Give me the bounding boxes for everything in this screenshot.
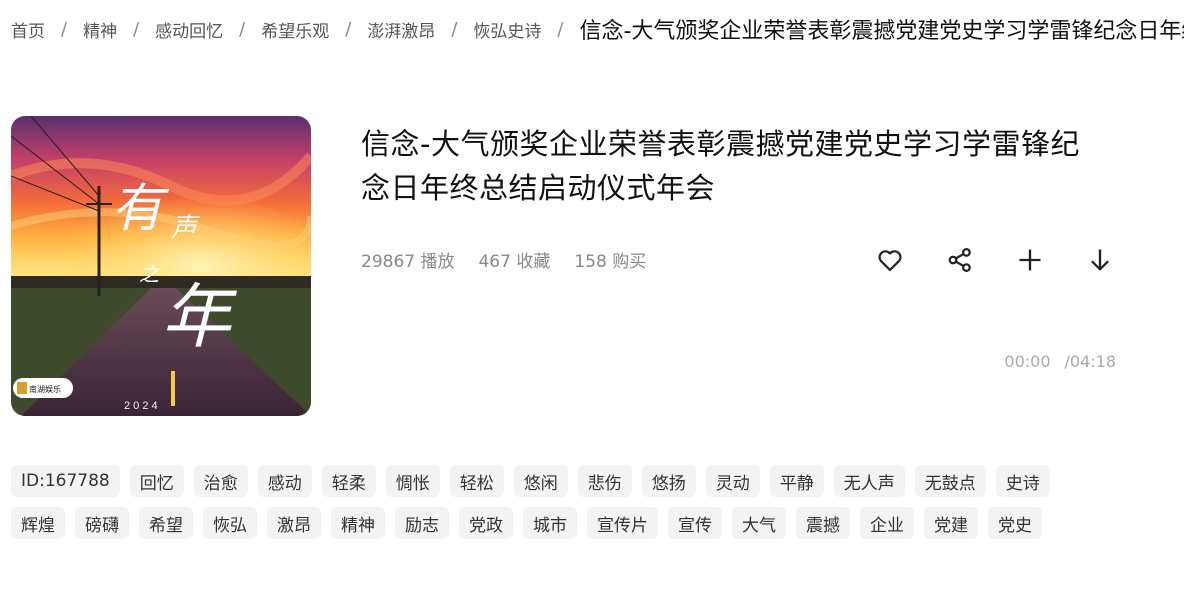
tag-chip[interactable]: 宣传 — [668, 507, 722, 539]
tag-chip[interactable]: 激昂 — [267, 507, 321, 539]
purchase-count: 158 购买 — [574, 252, 647, 272]
track-title: 信念-大气颁奖企业荣誉表彰震撼党建党史学习学雷锋纪念日年终总结启动仪式年会 — [361, 127, 1080, 205]
tag-chip[interactable]: 恢弘 — [203, 507, 257, 539]
share-button[interactable] — [942, 242, 978, 278]
favorite-button[interactable] — [872, 242, 908, 278]
tag-chip[interactable]: 悠闲 — [513, 465, 568, 497]
breadcrumb-epic[interactable]: 恢弘史诗 — [473, 17, 541, 42]
tag-chip[interactable]: 惆怅 — [385, 465, 440, 497]
breadcrumb-separator: / — [345, 18, 352, 40]
breadcrumb-touching-memories[interactable]: 感动回忆 — [155, 17, 223, 42]
cover-calligraphy: 年 — [161, 276, 238, 358]
playback-time: 00:00 /04:18 — [1004, 352, 1116, 371]
tag-chip[interactable]: 大气 — [732, 507, 786, 539]
breadcrumb-separator: / — [557, 18, 564, 40]
tag-chip[interactable]: 震撼 — [796, 507, 850, 539]
cover-calligraphy: 声 — [171, 213, 201, 243]
tag-chip[interactable]: 轻柔 — [321, 465, 376, 497]
tag-chip[interactable]: 企业 — [860, 507, 914, 539]
tag-chip[interactable]: 史诗 — [995, 465, 1050, 497]
tag-chip[interactable]: 励志 — [395, 507, 449, 539]
breadcrumb-separator: / — [133, 18, 140, 40]
tag-chip[interactable]: 宣传片 — [587, 507, 658, 539]
breadcrumb-current: 信念-大气颁奖企业荣誉表彰震撼党建党史学习学雷锋纪念日年终总结启动仪式年会 — [579, 19, 1184, 44]
breadcrumb: 首页 / 精神 / 感动回忆 / 希望乐观 / 澎湃激昂 / 恢弘史诗 / 信念… — [11, 0, 1184, 58]
tag-chip[interactable]: 党政 — [459, 507, 513, 539]
tag-chip[interactable]: 治愈 — [193, 465, 248, 497]
current-time: 00:00 — [1004, 352, 1051, 371]
tag-chip[interactable]: 轻松 — [449, 465, 504, 497]
download-icon — [1091, 249, 1109, 271]
breadcrumb-spirit[interactable]: 精神 — [83, 17, 117, 42]
heart-icon — [878, 250, 902, 272]
tag-chip[interactable]: 无鼓点 — [914, 465, 986, 497]
cover-calligraphy: 有 — [111, 179, 170, 239]
total-time: /04:18 — [1064, 352, 1117, 371]
cover-year: 2 0 2 4 — [124, 400, 158, 412]
album-cover-art: 有 声 之 年 南湖娱乐 2 0 2 4 — [11, 116, 311, 416]
tag-chip[interactable]: 灵动 — [705, 465, 760, 497]
breadcrumb-separator: / — [61, 18, 68, 40]
tag-chip[interactable]: 平静 — [769, 465, 824, 497]
cover-calligraphy: 之 — [139, 262, 160, 286]
tag-chip[interactable]: 党建 — [924, 507, 978, 539]
breadcrumb-separator: / — [239, 18, 246, 40]
track-id-tag: ID:167788 — [11, 465, 120, 497]
cover-badge: 南湖娱乐 — [29, 384, 61, 394]
tag-chip[interactable]: 悠扬 — [641, 465, 696, 497]
tag-chip[interactable]: 磅礴 — [75, 507, 129, 539]
tag-chip[interactable]: 回忆 — [129, 465, 184, 497]
tag-chip[interactable]: 精神 — [331, 507, 385, 539]
track-actions — [872, 242, 1118, 278]
tag-chip[interactable]: 感动 — [257, 465, 312, 497]
track-stats: 29867 播放 467 收藏 158 购买 — [361, 247, 646, 272]
breadcrumb-surging[interactable]: 澎湃激昂 — [367, 17, 435, 42]
play-count: 29867 播放 — [361, 252, 455, 272]
breadcrumb-home[interactable]: 首页 — [11, 17, 45, 42]
favorite-count: 467 收藏 — [478, 252, 551, 272]
breadcrumb-separator: / — [451, 18, 458, 40]
tag-chip[interactable]: 党史 — [988, 507, 1042, 539]
album-cover[interactable]: 有 声 之 年 南湖娱乐 2 0 2 4 — [11, 116, 311, 416]
tag-chip[interactable]: 辉煌 — [11, 507, 65, 539]
plus-icon — [1019, 249, 1041, 271]
breadcrumb-hopeful-optimistic[interactable]: 希望乐观 — [261, 17, 329, 42]
add-to-playlist-button[interactable] — [1012, 242, 1048, 278]
tag-chip[interactable]: 无人声 — [833, 465, 905, 497]
download-button[interactable] — [1082, 242, 1118, 278]
tag-chip[interactable]: 城市 — [523, 507, 577, 539]
share-icon — [948, 248, 971, 272]
tag-list: ID:167788 回忆 治愈 感动 轻柔 惆怅 轻松 悠闲 悲伤 悠扬 灵动 平静 无人声 无鼓点 史诗辉… — [11, 465, 1091, 539]
tag-chip[interactable]: 希望 — [139, 507, 193, 539]
tag-chip[interactable]: 悲伤 — [577, 465, 632, 497]
